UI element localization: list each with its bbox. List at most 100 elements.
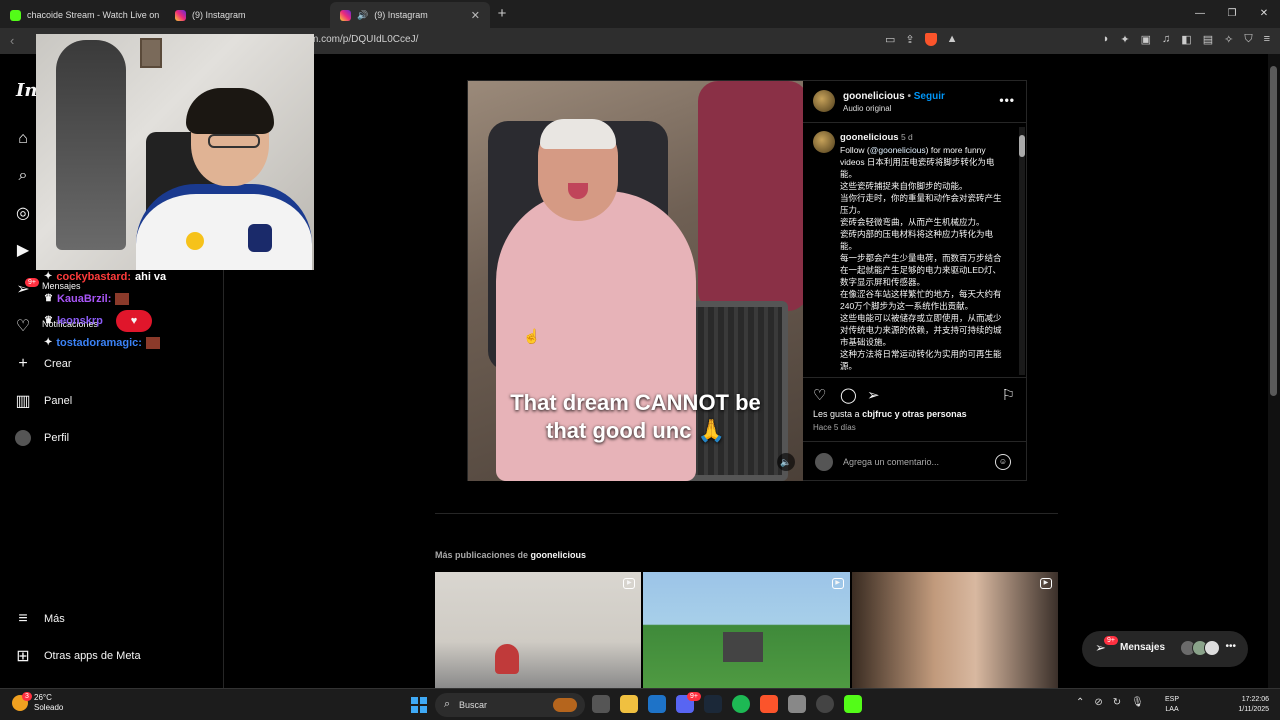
chevron-up-icon[interactable]: ⌃ [1076, 697, 1084, 708]
author-avatar[interactable] [813, 131, 835, 153]
author-avatar[interactable] [813, 90, 835, 112]
comment-paragraph: 当你行走时，你的重量和动作会对瓷砖产生压力。 [840, 193, 1002, 215]
scrollbar-thumb[interactable] [1019, 135, 1025, 157]
new-tab-button[interactable]: + [490, 2, 514, 28]
caption-line: That dream CANNOT be [510, 390, 761, 415]
avatar [1204, 640, 1220, 656]
tab-title: (9) Instagram [374, 10, 428, 20]
emoji-icon[interactable]: ☺ [995, 454, 1011, 470]
taskbar-apps [592, 695, 862, 713]
like-icon[interactable]: ♡ [813, 386, 826, 404]
tab-kick[interactable]: chacoide Stream - Watch Live on [0, 2, 165, 28]
comment-paragraph: 这些电能可以被储存或立即使用，从而减少对传统电力来源的依赖，并支持可持续的城市基… [840, 313, 1002, 347]
sidebar-item-profile[interactable]: Perfil [14, 429, 69, 447]
user-avatar [815, 453, 833, 471]
spotify-icon[interactable] [732, 695, 750, 713]
save-icon[interactable]: ⚐ [1002, 386, 1015, 404]
language-indicator[interactable]: ESP LAA [1165, 695, 1179, 715]
sidebar-item-create[interactable]: + Crear [14, 355, 71, 373]
close-window-icon[interactable]: ✕ [1248, 0, 1280, 28]
system-clock[interactable]: 17:22:06 1/11/2025 [1225, 695, 1269, 715]
chat-message: ♛ KauaBrzil: [44, 288, 166, 310]
kick-icon[interactable] [844, 695, 862, 713]
messages-badge: 9+ [25, 278, 39, 287]
cast-icon[interactable]: ▭ [885, 33, 895, 46]
close-tab-icon[interactable]: ✕ [471, 9, 480, 22]
author-username[interactable]: goonelicious [843, 91, 905, 102]
comment-icon[interactable]: ◯ [840, 386, 857, 404]
screenshot-icon[interactable]: ▣ [1141, 33, 1151, 46]
wallet-icon[interactable]: ▤ [1203, 33, 1213, 46]
sidebar-item-dashboard[interactable]: ▥ Panel [14, 392, 72, 410]
brave-shields-icon[interactable] [924, 33, 937, 46]
more-options-icon[interactable]: ••• [999, 93, 1015, 107]
sidebar-item-meta-apps[interactable]: ⊞ Otras apps de Meta [14, 647, 141, 665]
brave-icon[interactable] [760, 695, 778, 713]
leo-ai-icon[interactable]: ✧ [1224, 33, 1233, 46]
sidebar-item-reels[interactable]: ▶ [14, 241, 32, 259]
comment-username[interactable]: goonelicious [840, 132, 899, 143]
share-icon[interactable]: ⇪ [905, 33, 914, 46]
url-field[interactable]: m.com/p/DQUIdL0CceJ/ [310, 34, 418, 45]
sidebar-icon[interactable]: ◧ [1181, 33, 1191, 46]
notification-heart-pill[interactable]: ♥ [116, 310, 152, 332]
sidebar-item-home[interactable]: ⌂ [14, 130, 32, 148]
audio-link[interactable]: Audio original [843, 104, 891, 113]
comment-input[interactable]: Agrega un comentario... [843, 457, 939, 467]
chat-message: ✦ cockybastard: ahi va [44, 266, 166, 288]
share-icon[interactable]: ➢ [867, 386, 880, 404]
sidebar-item-label: Otras apps de Meta [44, 650, 141, 662]
speaker-icon[interactable]: 🔊 [357, 10, 368, 21]
comment-paragraph: 这种方法将日常运动转化为实用的可再生能源。 [840, 349, 1002, 371]
page-scrollbar[interactable] [1268, 54, 1280, 688]
avatar-icon [14, 429, 32, 447]
tab-instagram-active[interactable]: 🔊 (9) Instagram ✕ [330, 2, 490, 28]
weather-condition: Soleado [34, 703, 64, 712]
start-icon[interactable] [411, 697, 427, 713]
emote-icon [115, 293, 130, 305]
sidebar-item-more[interactable]: ≡ Más [14, 610, 64, 628]
tab-instagram-1[interactable]: (9) Instagram [165, 2, 330, 28]
post-thumbnail[interactable]: ▶ [643, 572, 850, 688]
follow-button[interactable]: Seguir [914, 91, 945, 102]
audio-wave-icon[interactable]: ◗ [1103, 33, 1110, 46]
sync-icon[interactable]: ↻ [1113, 697, 1121, 708]
bing-icon[interactable] [648, 695, 666, 713]
post-thumbnail[interactable]: ▶ [851, 572, 1058, 688]
reels-icon: ▶ [16, 242, 30, 259]
chat-username: KauaBrzil: [56, 293, 112, 305]
sidebar-item-explore[interactable]: ◎ [14, 204, 32, 222]
back-icon[interactable]: ‹ [10, 33, 14, 48]
vpn-icon[interactable]: ⛉ [1244, 33, 1252, 46]
more-posts-heading: Más publicaciones de goonelicious [435, 550, 586, 560]
likes-suffix[interactable]: y otras personas [895, 409, 967, 419]
volume-icon[interactable]: 🔈 [777, 453, 795, 471]
music-icon[interactable]: ♫ [1162, 33, 1170, 46]
media-app-icon[interactable] [788, 695, 806, 713]
minimize-icon[interactable]: — [1184, 0, 1216, 28]
sidebar-item-search[interactable]: ⌕ [14, 167, 32, 185]
more-posts-username[interactable]: goonelicious [531, 550, 587, 560]
comment-paragraph: 瓷砖内部的压电材料将这种应力转化为电能。 [840, 229, 994, 251]
weather-widget[interactable]: 26°C Soleado [12, 693, 63, 713]
scrollbar-thumb[interactable] [1270, 66, 1277, 396]
restore-icon[interactable]: ❐ [1216, 0, 1248, 28]
comments-scrollbar[interactable] [1019, 127, 1025, 375]
obs-icon[interactable] [816, 695, 834, 713]
add-comment-bar: Agrega un comentario... ☺ [803, 441, 1027, 481]
file-explorer-icon[interactable] [620, 695, 638, 713]
post-thumbnail[interactable]: ▶ [435, 572, 642, 688]
mention-link[interactable]: @goonelicious [870, 145, 926, 155]
task-view-icon[interactable] [592, 695, 610, 713]
mic-icon[interactable]: 🎙 [1131, 697, 1144, 708]
messages-floating-button[interactable]: ➢ 9+ Mensajes ••• [1082, 631, 1248, 667]
clock-time: 17:22:06 [1241, 696, 1269, 703]
steam-icon[interactable] [704, 695, 722, 713]
taskbar-search[interactable]: ⌕ Buscar [435, 693, 585, 717]
post-video[interactable]: That dream CANNOT be that good unc 🙏 🔈 [468, 81, 803, 481]
rewards-icon[interactable]: ▲ [947, 33, 958, 46]
extensions-icon[interactable]: ✦ [1120, 33, 1129, 46]
network-off-icon[interactable]: ⊘ [1094, 697, 1102, 708]
likes-user[interactable]: cbjfruc [862, 409, 892, 419]
menu-icon[interactable]: ≡ [1264, 33, 1270, 46]
